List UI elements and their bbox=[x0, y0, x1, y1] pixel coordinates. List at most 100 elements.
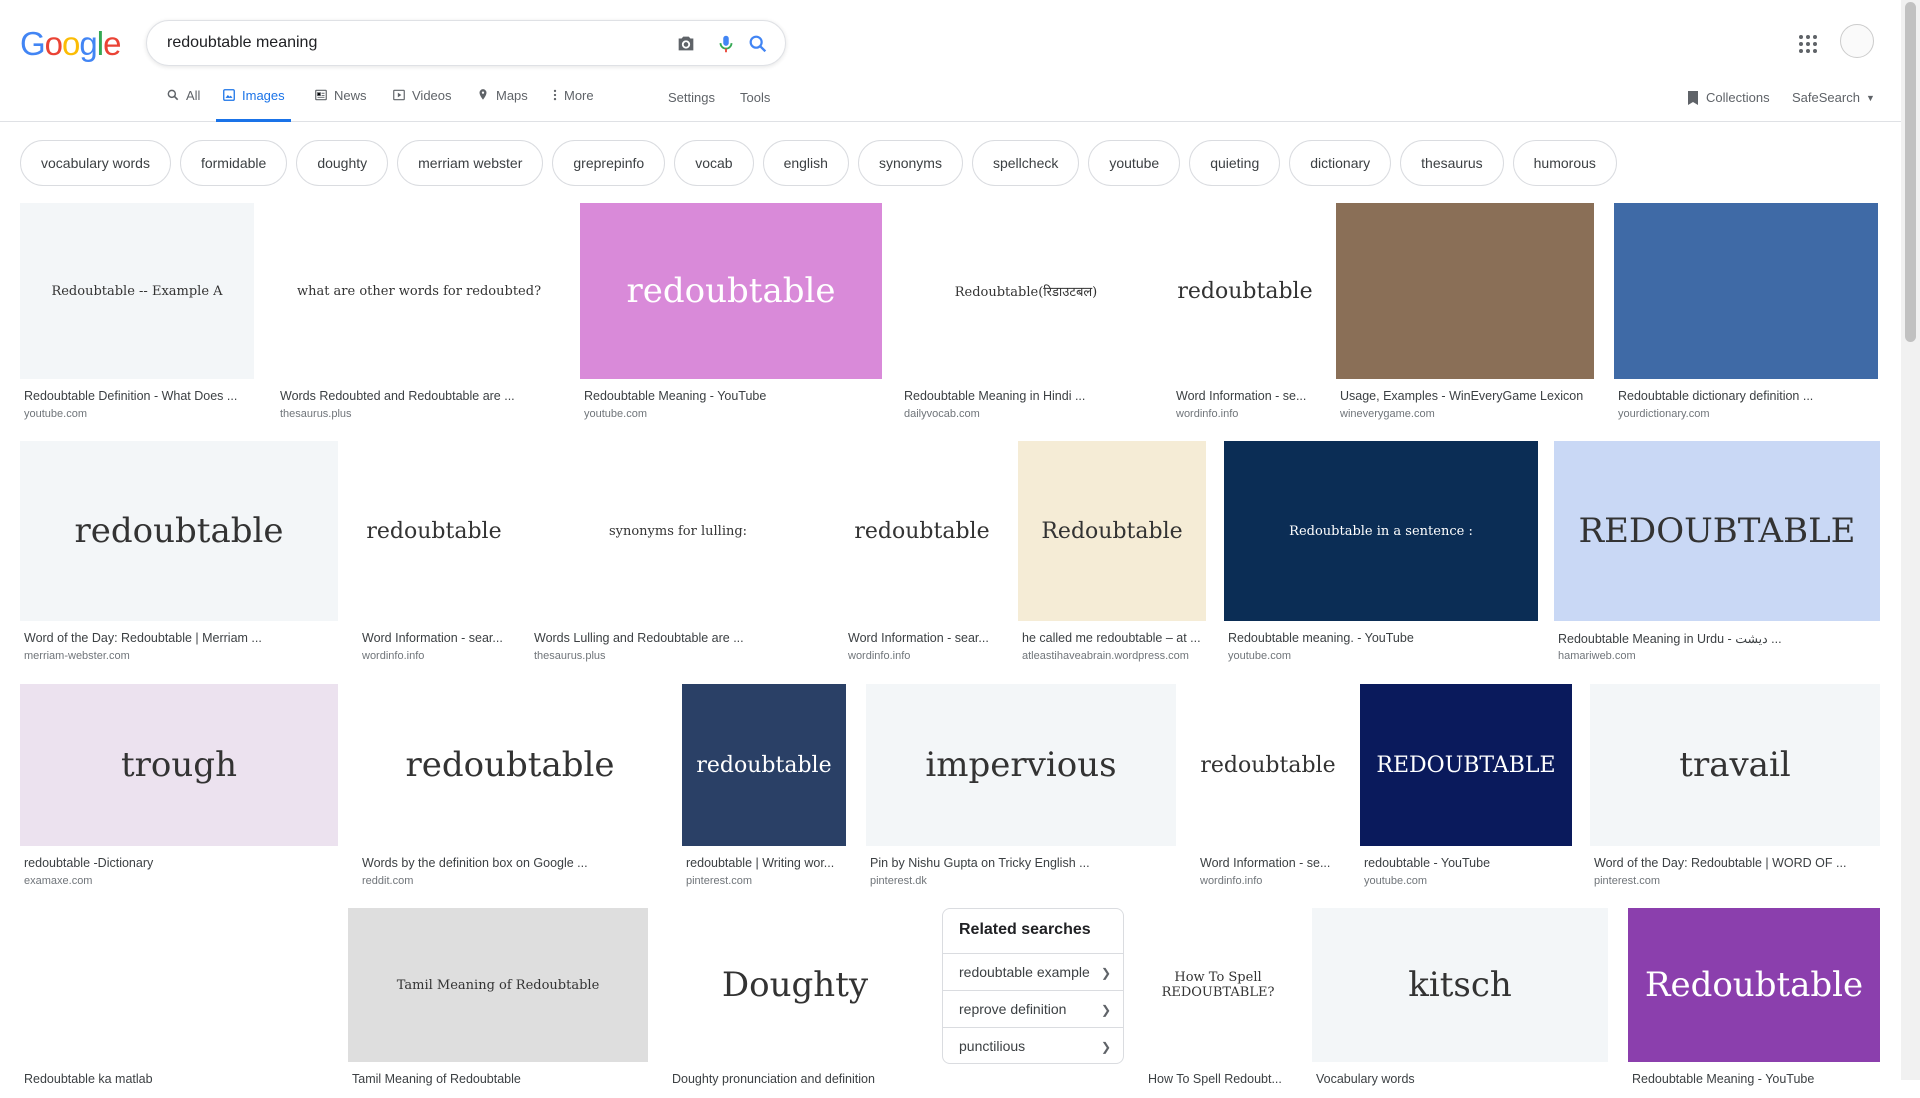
image-result[interactable]: Redoubtable ka matlab bbox=[20, 908, 328, 1098]
result-thumbnail[interactable]: Redoubtable -- Example A bbox=[20, 203, 254, 379]
result-title[interactable]: Word Information - se... bbox=[1176, 389, 1314, 403]
result-title[interactable]: Word of the Day: Redoubtable | WORD OF .… bbox=[1594, 856, 1876, 870]
avatar[interactable] bbox=[1840, 24, 1874, 58]
result-thumbnail[interactable] bbox=[20, 908, 328, 1062]
result-thumbnail[interactable] bbox=[1614, 203, 1878, 379]
result-thumbnail[interactable]: redoubtable bbox=[844, 441, 1000, 621]
result-title[interactable]: Redoubtable meaning. - YouTube bbox=[1228, 631, 1534, 645]
image-result[interactable]: redoubtable Word Information - se... wordi… bbox=[1196, 684, 1340, 887]
result-title[interactable]: Tamil Meaning of Redoubtable bbox=[352, 1072, 644, 1086]
image-result[interactable]: Redoubtable he called me redoubtable – at… bbox=[1018, 441, 1206, 662]
result-source[interactable]: wordinfo.info bbox=[1200, 875, 1336, 887]
result-source[interactable]: youtube.com bbox=[1228, 650, 1534, 662]
result-thumbnail[interactable]: redoubtable bbox=[1196, 684, 1340, 846]
result-source[interactable]: reddit.com bbox=[362, 875, 658, 887]
result-thumbnail[interactable]: travail bbox=[1590, 684, 1880, 846]
google-logo[interactable]: Google bbox=[20, 25, 121, 63]
result-source[interactable]: youtube.com bbox=[24, 408, 250, 420]
microphone-icon[interactable] bbox=[715, 33, 737, 55]
result-thumbnail[interactable]: Tamil Meaning of Redoubtable bbox=[348, 908, 648, 1062]
search-box[interactable] bbox=[146, 20, 786, 66]
result-title[interactable]: Words by the definition box on Google ..… bbox=[362, 856, 658, 870]
chip[interactable]: vocabulary words bbox=[20, 140, 171, 186]
related-item[interactable]: punctilious ❯ bbox=[943, 1027, 1123, 1063]
tab-maps[interactable]: Maps bbox=[476, 88, 528, 122]
scrollbar[interactable] bbox=[1901, 0, 1920, 1080]
image-result[interactable]: redoubtable Word Information - sear... wor… bbox=[358, 441, 510, 662]
result-title[interactable]: redoubtable - YouTube bbox=[1364, 856, 1568, 870]
result-source[interactable]: youtube.com bbox=[1364, 875, 1568, 887]
result-thumbnail[interactable]: Redoubtable bbox=[1018, 441, 1206, 621]
result-source[interactable]: atleastihaveabrain.wordpress.com bbox=[1022, 650, 1202, 662]
result-source[interactable]: dailyvocab.com bbox=[904, 408, 1148, 420]
result-title[interactable]: Doughty pronunciation and definition bbox=[672, 1072, 918, 1086]
image-result[interactable]: Redoubtable -- Example A Redoubtable Defi… bbox=[20, 203, 254, 420]
result-source[interactable]: wordinfo.info bbox=[848, 650, 996, 662]
image-result[interactable]: REDOUBTABLE Redoubtable Meaning in Urdu -… bbox=[1554, 441, 1880, 662]
result-thumbnail[interactable]: redoubtable bbox=[580, 203, 882, 379]
image-result[interactable]: synonyms for lulling: Words Lulling and R… bbox=[530, 441, 826, 662]
chip[interactable]: synonyms bbox=[857, 140, 963, 186]
tab-more[interactable]: More bbox=[552, 88, 594, 122]
result-thumbnail[interactable]: impervious bbox=[866, 684, 1176, 846]
image-result[interactable]: Doughty Doughty pronunciation and definit… bbox=[668, 908, 922, 1098]
chip[interactable]: dictionary bbox=[1289, 140, 1392, 186]
result-source[interactable]: thesaurus.plus bbox=[280, 408, 558, 420]
result-title[interactable]: Word Information - sear... bbox=[362, 631, 506, 645]
chip[interactable]: vocab bbox=[674, 140, 754, 186]
result-source[interactable]: wordinfo.info bbox=[362, 650, 506, 662]
result-thumbnail[interactable]: redoubtable bbox=[358, 441, 510, 621]
result-thumbnail[interactable]: trough bbox=[20, 684, 338, 846]
tools-link[interactable]: Tools bbox=[740, 90, 770, 105]
result-title[interactable]: How To Spell Redoubt... bbox=[1148, 1072, 1288, 1086]
result-source[interactable]: yourdictionary.com bbox=[1618, 408, 1874, 420]
image-result[interactable]: travail Word of the Day: Redoubtable | WO… bbox=[1590, 684, 1880, 887]
result-thumbnail[interactable]: redoubtable bbox=[358, 684, 662, 846]
result-source[interactable]: examaxe.com bbox=[24, 875, 334, 887]
image-result[interactable]: Usage, Examples - WinEveryGame Lexicon wi… bbox=[1336, 203, 1594, 420]
image-result[interactable]: redoubtable Word Information - se... wordi… bbox=[1172, 203, 1318, 420]
chip[interactable]: spellcheck bbox=[971, 140, 1080, 186]
related-item[interactable]: reprove definition ❯ bbox=[943, 990, 1123, 1026]
collections-link[interactable]: Collections bbox=[1686, 90, 1770, 106]
image-result[interactable]: Redoubtable in a sentence : Redoubtable m… bbox=[1224, 441, 1538, 662]
result-thumbnail[interactable]: REDOUBTABLE bbox=[1360, 684, 1572, 846]
image-result[interactable]: redoubtable redoubtable | Writing wor... p… bbox=[682, 684, 846, 887]
chip[interactable]: merriam webster bbox=[397, 140, 544, 186]
image-result[interactable]: Redoubtable Redoubtable Meaning - YouTube bbox=[1628, 908, 1880, 1098]
result-title[interactable]: Redoubtable dictionary definition ... bbox=[1618, 389, 1874, 403]
result-thumbnail[interactable]: redoubtable bbox=[20, 441, 338, 621]
result-source[interactable]: wordinfo.info bbox=[1176, 408, 1314, 420]
image-result[interactable]: Redoubtable(रिडाउटबल) Redoubtable Meaning… bbox=[900, 203, 1152, 420]
image-result[interactable]: redoubtable Redoubtable Meaning - YouTube… bbox=[580, 203, 882, 420]
result-source[interactable]: hamariweb.com bbox=[1558, 650, 1876, 662]
result-source[interactable]: wineverygame.com bbox=[1340, 408, 1590, 420]
result-thumbnail[interactable]: How To Spell REDOUBTABLE? bbox=[1144, 908, 1292, 1062]
result-title[interactable]: he called me redoubtable – at ... bbox=[1022, 631, 1202, 645]
result-title[interactable]: Vocabulary words bbox=[1316, 1072, 1604, 1086]
result-source[interactable]: youtube.com bbox=[584, 408, 878, 420]
search-input[interactable] bbox=[167, 32, 607, 54]
search-icon[interactable] bbox=[747, 33, 769, 55]
chip[interactable]: youtube bbox=[1088, 140, 1181, 186]
chip[interactable]: humorous bbox=[1512, 140, 1617, 186]
camera-icon[interactable] bbox=[675, 33, 697, 55]
result-thumbnail[interactable]: synonyms for lulling: bbox=[530, 441, 826, 621]
result-title[interactable]: Redoubtable Meaning in Urdu - دیشت ... bbox=[1558, 631, 1876, 646]
image-result[interactable]: trough redoubtable -Dictionary examaxe.com bbox=[20, 684, 338, 887]
result-title[interactable]: Redoubtable Meaning - YouTube bbox=[1632, 1072, 1876, 1086]
settings-link[interactable]: Settings bbox=[668, 90, 715, 105]
safesearch-dropdown[interactable]: SafeSearch ▼ bbox=[1792, 90, 1875, 105]
image-result[interactable]: impervious Pin by Nishu Gupta on Tricky E… bbox=[866, 684, 1176, 887]
chip[interactable]: thesaurus bbox=[1400, 140, 1504, 186]
result-source[interactable]: pinterest.dk bbox=[870, 875, 1172, 887]
scrollbar-thumb[interactable] bbox=[1905, 2, 1916, 342]
result-source[interactable]: thesaurus.plus bbox=[534, 650, 822, 662]
tab-images[interactable]: Images bbox=[216, 88, 291, 122]
result-thumbnail[interactable]: kitsch bbox=[1312, 908, 1608, 1062]
image-result[interactable]: REDOUBTABLE redoubtable - YouTube youtube.… bbox=[1360, 684, 1572, 887]
chip[interactable]: doughty bbox=[296, 140, 389, 186]
chip[interactable]: english bbox=[762, 140, 849, 186]
chip[interactable]: greprepinfo bbox=[552, 140, 666, 186]
result-title[interactable]: Word of the Day: Redoubtable | Merriam .… bbox=[24, 631, 334, 645]
